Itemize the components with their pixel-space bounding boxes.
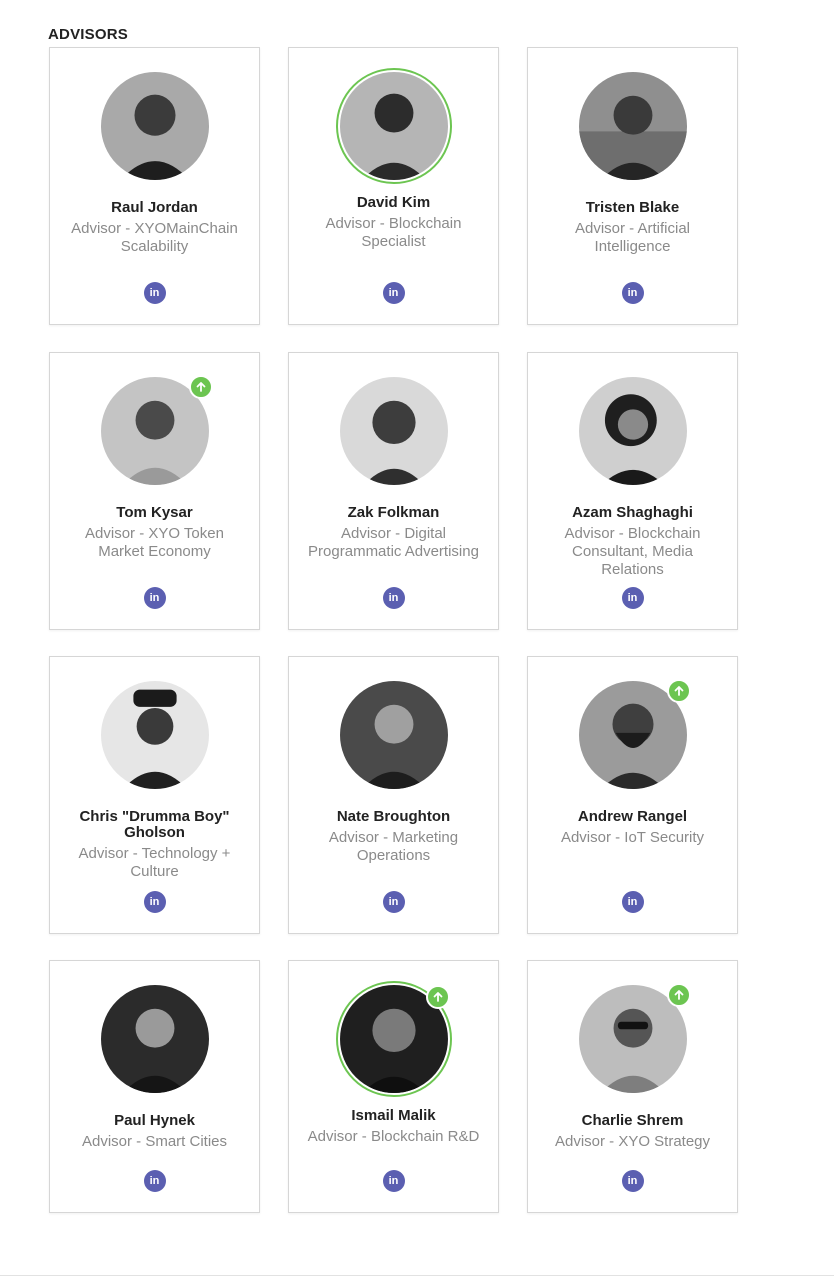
advisor-photo — [339, 377, 448, 485]
advisor-name: Tom Kysar — [116, 504, 193, 521]
advisor-role: Advisor - Artificial Intelligence — [574, 220, 691, 255]
advisor-card: Andrew Rangel Advisor - IoT Security in — [527, 656, 738, 934]
advisor-name: Nate Broughton — [336, 808, 451, 825]
avatar — [339, 681, 448, 789]
linkedin-icon[interactable]: in — [382, 891, 405, 913]
advisor-photo — [335, 68, 452, 184]
advisor-name: Azam Shaghaghi — [572, 504, 693, 521]
arrow-up-icon — [666, 679, 691, 703]
arrow-up-icon — [188, 375, 213, 399]
advisor-card: Nate Broughton Advisor - Marketing Opera… — [288, 656, 499, 934]
linkedin-icon[interactable]: in — [143, 282, 166, 304]
advisor-role: Advisor - XYO Strategy — [554, 1133, 711, 1150]
advisor-name: Chris "Drumma Boy" Gholson — [79, 808, 230, 841]
advisor-role: Advisor - Blockchain R&D — [307, 1128, 480, 1145]
advisor-name: Charlie Shrem — [581, 1112, 684, 1129]
avatar — [100, 681, 209, 789]
advisor-name: Tristen Blake — [585, 199, 680, 216]
linkedin-icon[interactable]: in — [143, 587, 166, 609]
linkedin-icon[interactable]: in — [621, 587, 644, 609]
advisor-card: David Kim Advisor - Blockchain Specialis… — [288, 47, 499, 325]
linkedin-icon[interactable]: in — [143, 1170, 166, 1192]
avatar — [339, 377, 448, 485]
linkedin-icon[interactable]: in — [621, 1170, 644, 1192]
avatar — [578, 377, 687, 485]
linkedin-icon[interactable]: in — [382, 1170, 405, 1192]
advisor-role: Advisor - Blockchain Specialist — [325, 215, 462, 250]
advisor-photo — [100, 375, 213, 485]
linkedin-icon[interactable]: in — [382, 282, 405, 304]
advisor-card: Paul Hynek Advisor - Smart Cities in — [49, 960, 260, 1213]
advisor-role: Advisor - Technology + Culture — [78, 845, 231, 880]
advisor-name: Andrew Rangel — [577, 808, 688, 825]
advisor-photo — [100, 681, 209, 789]
advisor-role: Advisor - Smart Cities — [81, 1133, 228, 1150]
advisor-name: David Kim — [356, 194, 431, 211]
avatar — [578, 72, 687, 180]
linkedin-icon[interactable]: in — [143, 891, 166, 913]
advisor-photo — [578, 377, 687, 485]
advisor-photo — [100, 72, 209, 180]
advisor-role: Advisor - XYOMainChain Scalability — [71, 220, 238, 255]
advisor-photo — [335, 981, 452, 1097]
advisor-role: Advisor - Marketing Operations — [328, 829, 459, 864]
advisor-card: Azam Shaghaghi Advisor - Blockchain Cons… — [527, 352, 738, 630]
advisor-card: Ismail Malik Advisor - Blockchain R&D in — [288, 960, 499, 1213]
advisor-role: Advisor - Blockchain Consultant, Media R… — [564, 525, 701, 578]
arrow-up-icon — [425, 985, 450, 1009]
advisor-role: Advisor - Digital Programmatic Advertisi… — [308, 525, 479, 560]
divider — [0, 1275, 834, 1276]
avatar — [100, 985, 209, 1093]
advisor-card: Charlie Shrem Advisor - XYO Strategy in — [527, 960, 738, 1213]
avatar — [100, 72, 209, 180]
advisor-role: Advisor - XYO Token Market Economy — [85, 525, 224, 560]
advisor-photo — [339, 681, 448, 789]
advisor-photo — [578, 72, 687, 180]
linkedin-icon[interactable]: in — [621, 282, 644, 304]
advisor-card: Tom Kysar Advisor - XYO Token Market Eco… — [49, 352, 260, 630]
advisor-photo — [578, 983, 691, 1093]
linkedin-icon[interactable]: in — [382, 587, 405, 609]
advisor-card: Tristen Blake Advisor - Artificial Intel… — [527, 47, 738, 325]
advisor-photo — [100, 985, 209, 1093]
advisor-name: Raul Jordan — [111, 199, 198, 216]
advisor-card: Chris "Drumma Boy" Gholson Advisor - Tec… — [49, 656, 260, 934]
advisor-card: Raul Jordan Advisor - XYOMainChain Scala… — [49, 47, 260, 325]
advisor-name: Zak Folkman — [347, 504, 440, 521]
advisor-name: Paul Hynek — [114, 1112, 195, 1129]
section-title: ADVISORS — [48, 26, 128, 43]
avatar — [339, 72, 448, 180]
linkedin-icon[interactable]: in — [621, 891, 644, 913]
advisor-card: Zak Folkman Advisor - Digital Programmat… — [288, 352, 499, 630]
advisor-photo — [578, 679, 691, 789]
advisor-name: Ismail Malik — [351, 1107, 436, 1124]
advisor-role: Advisor - IoT Security — [560, 829, 705, 846]
arrow-up-icon — [666, 983, 691, 1007]
